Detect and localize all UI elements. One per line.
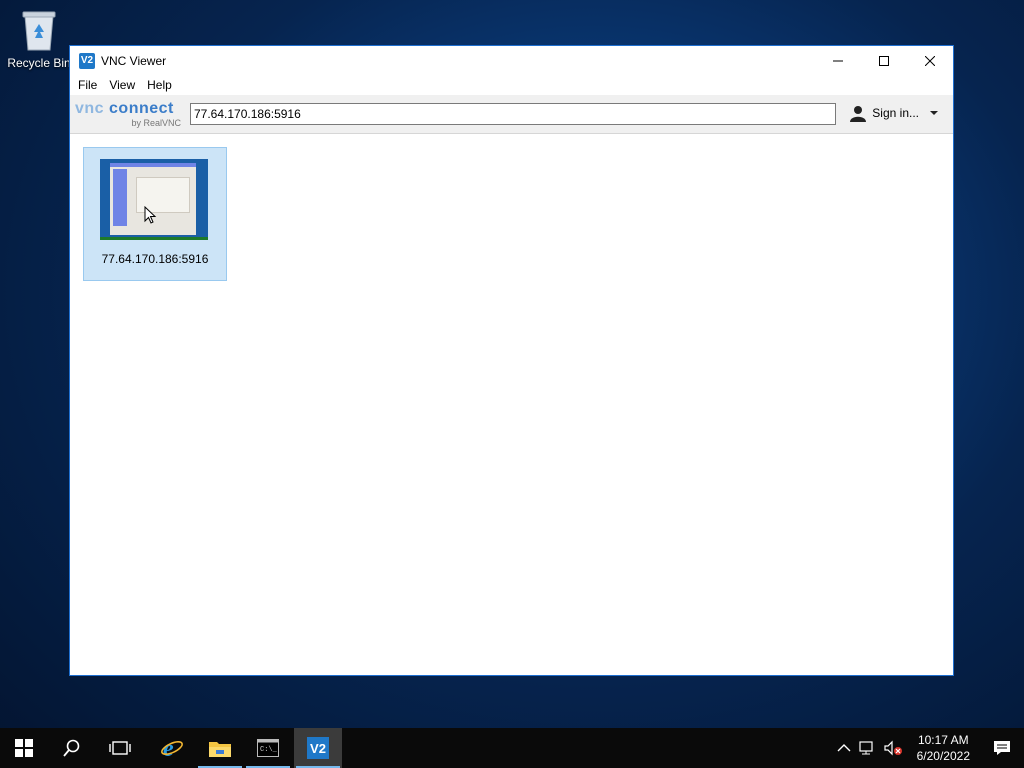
close-button[interactable] <box>907 46 953 75</box>
taskbar: e C:\_ V2 10:17 AM 6/20/2022 <box>0 728 1024 768</box>
clock-date: 6/20/2022 <box>916 749 970 763</box>
system-tray: 10:17 AM 6/20/2022 <box>837 728 1024 768</box>
user-icon <box>849 104 867 122</box>
recycle-bin-desktop-icon[interactable]: Recycle Bin <box>6 8 72 70</box>
vnc-viewer-taskbar-button[interactable]: V2 <box>294 728 342 768</box>
clock[interactable]: 10:17 AM 6/20/2022 <box>907 732 980 764</box>
menu-file[interactable]: File <box>72 78 103 92</box>
chevron-down-icon <box>930 111 938 115</box>
clock-time: 10:17 AM <box>917 733 969 747</box>
start-icon <box>15 739 33 757</box>
recycle-bin-label: Recycle Bin <box>7 56 71 70</box>
address-input[interactable]: 77.64.170.186:5916 <box>190 103 836 125</box>
notification-icon <box>994 741 1010 755</box>
remote-desktop-thumbnail <box>100 159 208 240</box>
task-view-button[interactable] <box>96 728 144 768</box>
vnc-viewer-icon: V2 <box>307 737 329 759</box>
menu-help[interactable]: Help <box>141 78 178 92</box>
command-prompt-button[interactable]: C:\_ <box>244 728 292 768</box>
maximize-button[interactable] <box>861 46 907 75</box>
close-icon <box>925 55 935 66</box>
action-center-button[interactable] <box>980 728 1024 768</box>
menu-view[interactable]: View <box>103 78 141 92</box>
title-bar[interactable]: V2 VNC Viewer <box>70 46 953 75</box>
minimize-icon <box>833 60 843 61</box>
svg-text:C:\_: C:\_ <box>260 746 278 754</box>
menu-bar: File View Help <box>70 75 953 95</box>
window-title: VNC Viewer <box>101 53 167 68</box>
recycle-bin-icon <box>19 8 59 52</box>
toolbar: vnc connect by RealVNC 77.64.170.186:591… <box>70 95 953 134</box>
vnc-viewer-window: V2 VNC Viewer File View Help vnc connect… <box>69 45 954 676</box>
chevron-up-icon[interactable] <box>837 743 851 753</box>
sign-in-label: Sign in... <box>872 106 919 120</box>
start-button[interactable] <box>0 728 48 768</box>
connection-tile[interactable]: 77.64.170.186:5916 <box>83 147 227 281</box>
file-explorer-button[interactable] <box>196 728 244 768</box>
search-button[interactable] <box>48 728 96 768</box>
vnc-connect-logo: vnc connect by RealVNC <box>75 100 181 128</box>
internet-explorer-button[interactable]: e <box>148 728 196 768</box>
file-explorer-icon <box>209 742 231 757</box>
minimize-button[interactable] <box>815 46 861 75</box>
vnc-app-icon: V2 <box>79 52 95 69</box>
sign-in-button[interactable]: Sign in... <box>849 104 943 122</box>
connection-label: 77.64.170.186:5916 <box>101 252 209 266</box>
mouse-cursor-icon <box>144 206 157 224</box>
network-icon[interactable] <box>859 740 877 756</box>
search-icon <box>63 739 80 757</box>
internet-explorer-icon: e <box>161 736 183 760</box>
connections-area: 77.64.170.186:5916 <box>70 134 953 675</box>
maximize-icon <box>879 55 889 66</box>
command-prompt-icon: C:\_ <box>257 739 279 757</box>
task-view-icon <box>109 741 131 755</box>
volume-muted-icon[interactable] <box>883 740 903 756</box>
